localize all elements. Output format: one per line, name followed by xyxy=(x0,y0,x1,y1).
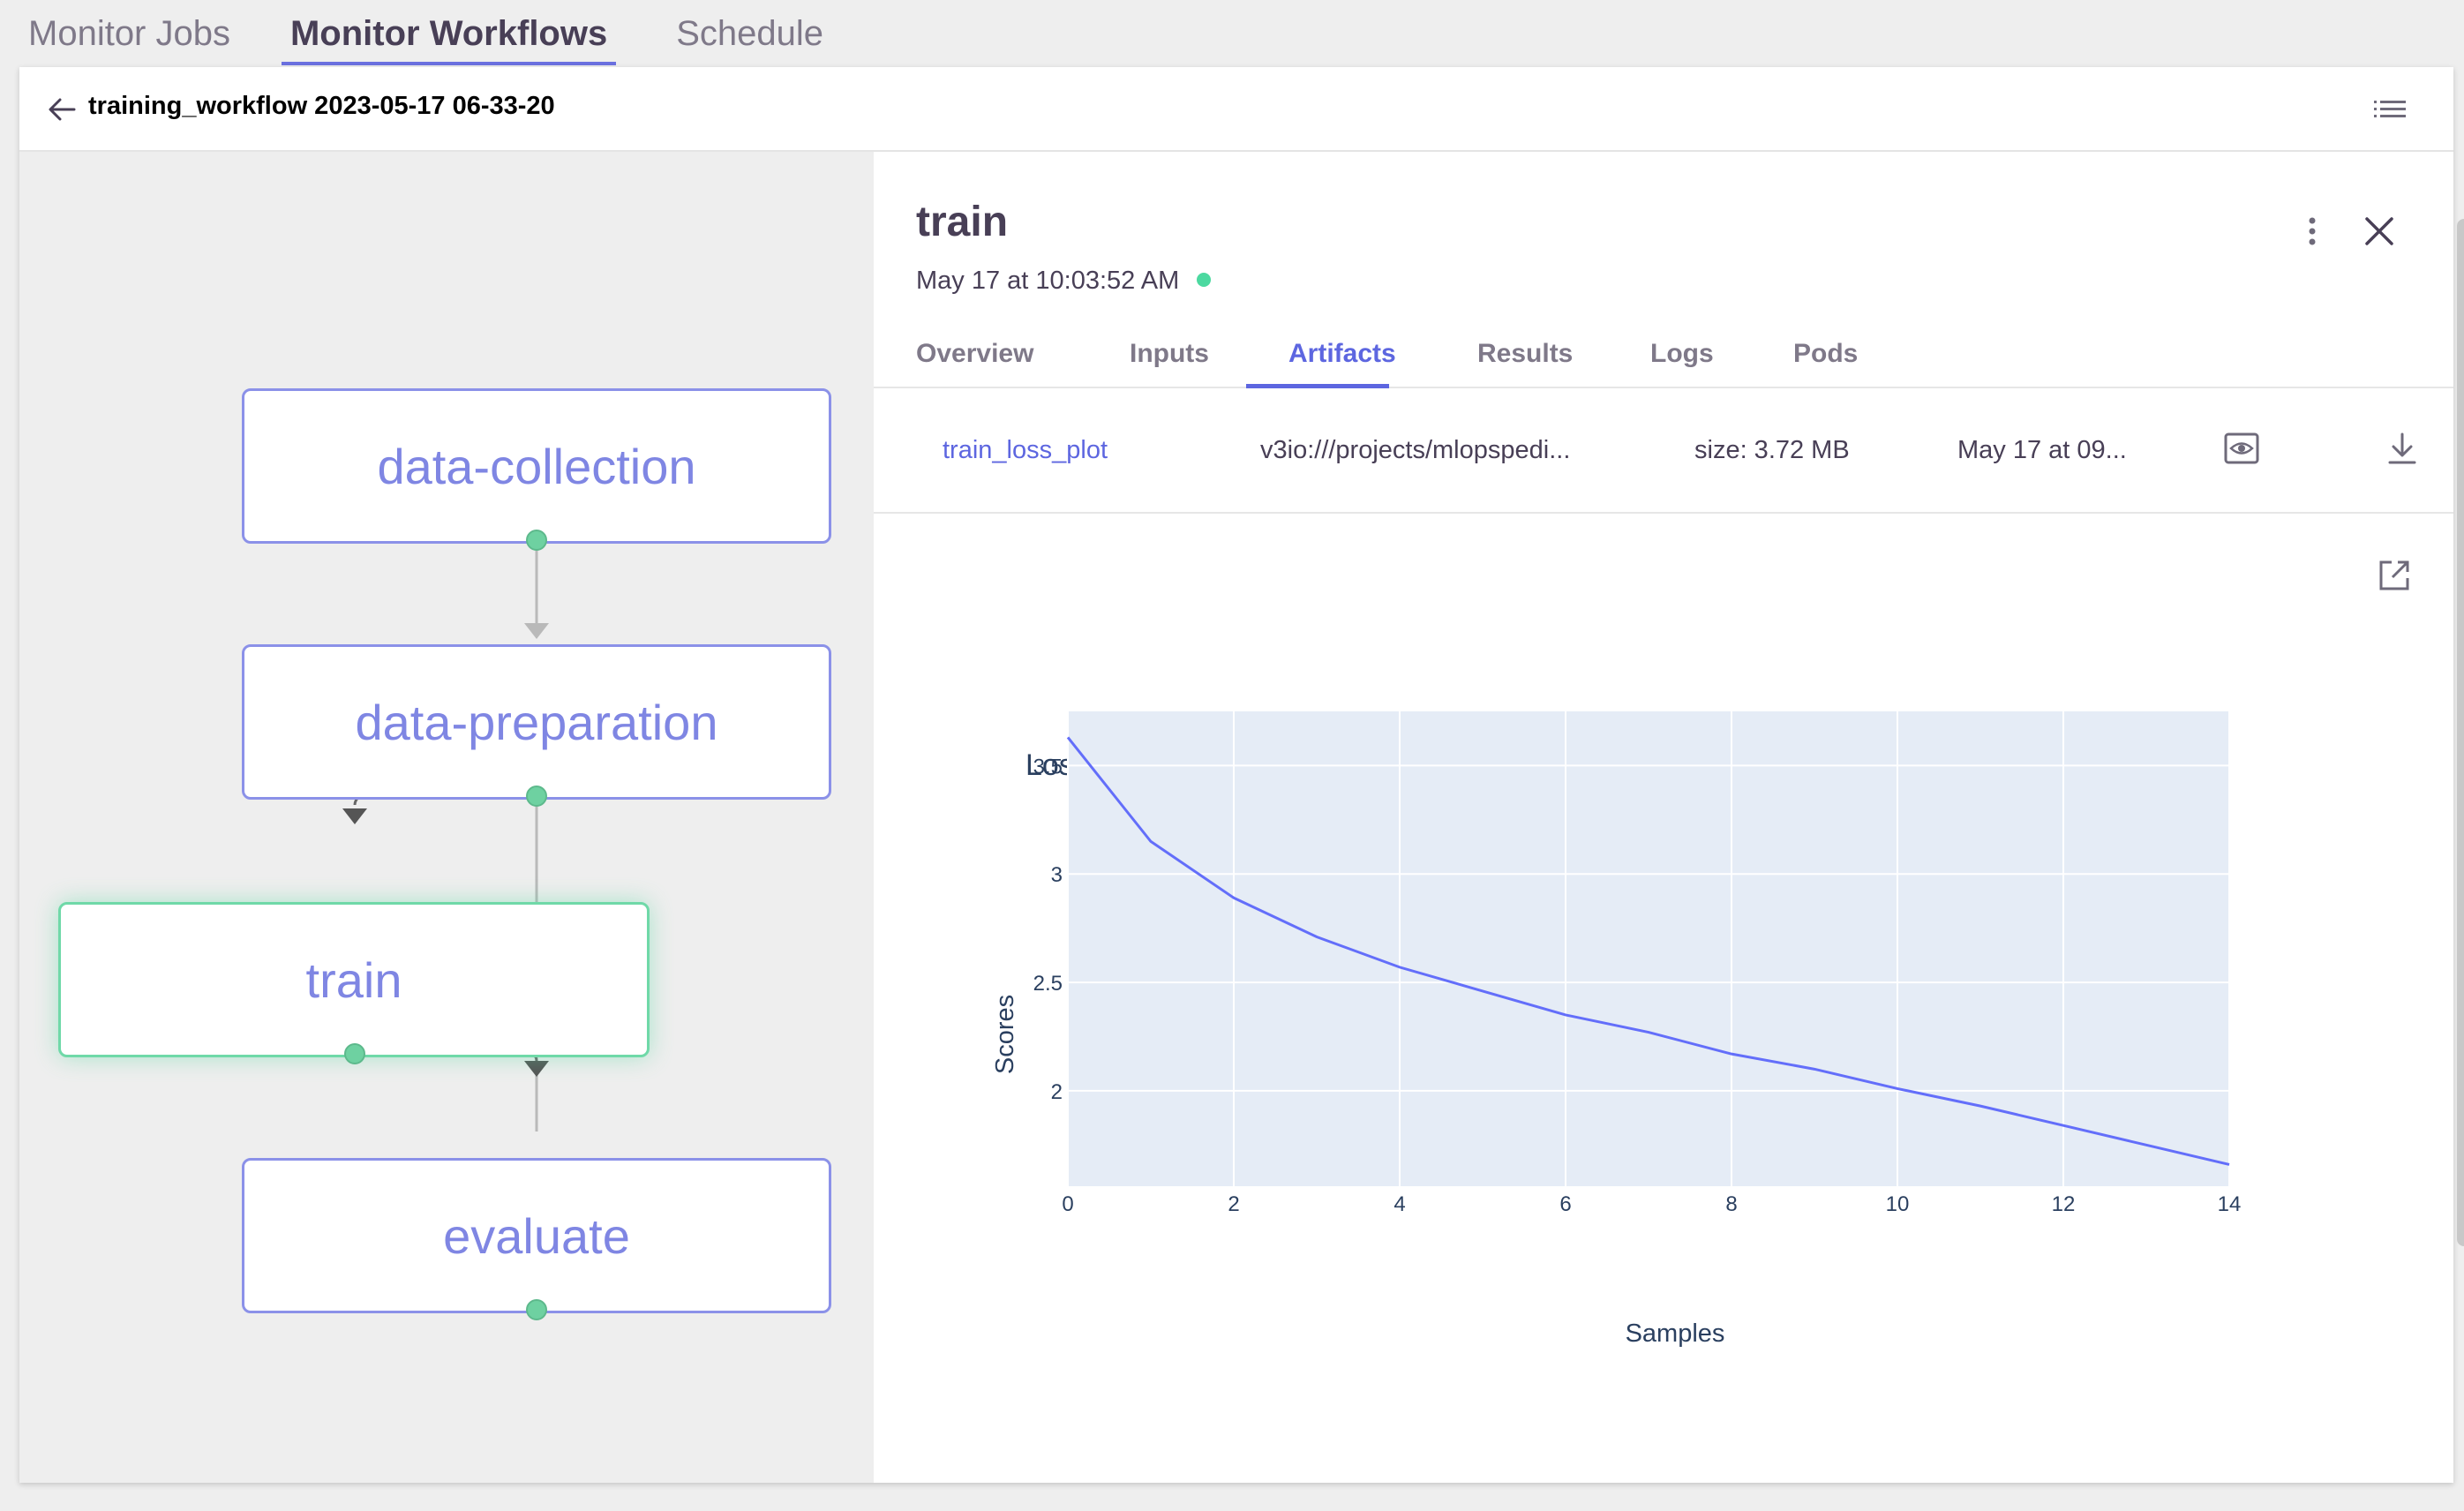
node-evaluate[interactable]: evaluate xyxy=(242,1158,831,1313)
node-train[interactable]: train xyxy=(58,902,650,1057)
loss-chart: Loss 0 2 4 6 8 10 12 14 22.533.5 Samples Scores xyxy=(991,711,2241,1348)
arrow-left-icon[interactable] xyxy=(41,88,83,131)
node-data-preparation[interactable]: data-preparation xyxy=(242,644,831,800)
node-port xyxy=(344,1043,365,1064)
step-details-panel: train May 17 at 10:03:52 AM Overview Inp… xyxy=(874,152,2453,1483)
x-tick-label: 8 xyxy=(1725,1192,1737,1216)
y-tick-label: 3 xyxy=(1051,863,1063,887)
x-tick-label: 4 xyxy=(1394,1192,1405,1216)
workflow-title: training_workflow 2023-05-17 06-33-20 xyxy=(88,92,555,120)
x-axis-label: Samples xyxy=(1626,1319,1725,1348)
x-tick-label: 0 xyxy=(1062,1192,1073,1216)
node-port xyxy=(526,530,547,551)
tab-schedule[interactable]: Schedule xyxy=(676,0,823,65)
x-tick-label: 14 xyxy=(2218,1192,2242,1216)
node-data-collection[interactable]: data-collection xyxy=(242,388,831,544)
y-axis-label: Scores xyxy=(991,995,1019,1074)
list-icon[interactable] xyxy=(2370,92,2409,127)
x-tick-label: 12 xyxy=(2052,1192,2076,1216)
workflow-card: training_workflow 2023-05-17 06-33-20 da… xyxy=(19,67,2464,1483)
y-tick-labels: 2 2.5 3 3.5 xyxy=(1033,755,1063,1103)
scrollbar[interactable] xyxy=(2457,219,2464,1246)
node-port xyxy=(526,786,547,807)
y-tick-label: 2.5 xyxy=(1033,972,1063,996)
x-tick-labels: 0 2 4 6 8 10 12 14 xyxy=(1062,1192,2241,1216)
plot-area xyxy=(1068,711,2229,1186)
tab-monitor-workflows[interactable]: Monitor Workflows xyxy=(281,0,617,65)
x-tick-label: 6 xyxy=(1559,1192,1571,1216)
y-tick-label: 3.5 xyxy=(1033,755,1063,778)
x-tick-label: 10 xyxy=(1886,1192,1910,1216)
workflow-graph: data-collection data-preparation train e… xyxy=(19,152,874,1483)
y-tick-label: 2 xyxy=(1051,1080,1063,1104)
node-port xyxy=(526,1299,547,1320)
top-tabs: Monitor Jobs Monitor Workflows Schedule xyxy=(28,0,883,67)
workflow-header: training_workflow 2023-05-17 06-33-20 xyxy=(19,67,2453,152)
tab-monitor-jobs[interactable]: Monitor Jobs xyxy=(28,0,230,65)
x-tick-label: 2 xyxy=(1228,1192,1239,1216)
